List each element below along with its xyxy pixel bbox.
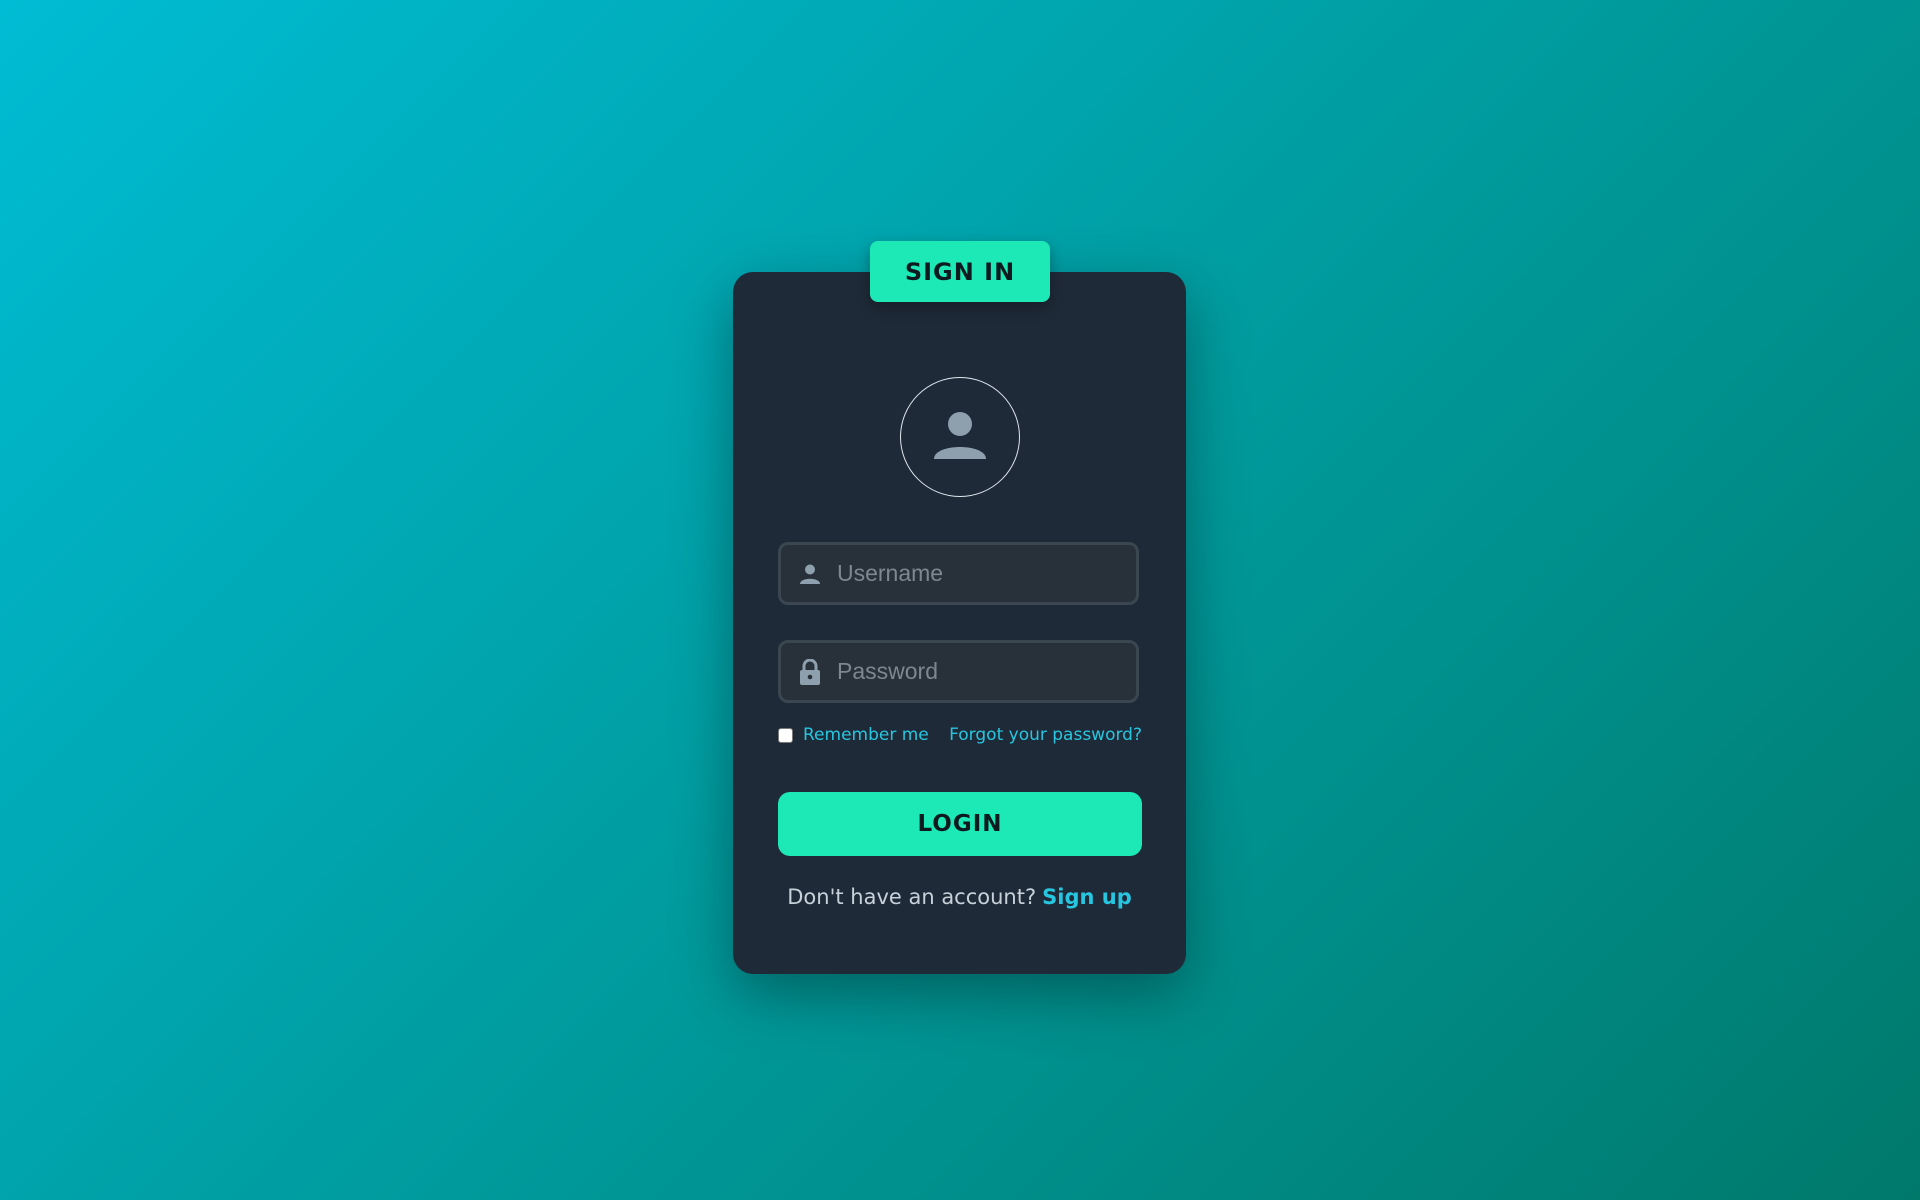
signup-link[interactable]: Sign up — [1042, 885, 1132, 909]
form-options-row: Remember me Forgot your password? — [778, 722, 1142, 748]
signup-prompt-text: Don't have an account? — [787, 885, 1037, 909]
remember-me[interactable]: Remember me — [778, 725, 929, 745]
username-field-wrapper — [778, 542, 1139, 605]
password-field-wrapper — [778, 640, 1139, 703]
lock-icon — [799, 658, 821, 685]
user-icon — [799, 561, 821, 587]
page-title: SIGN IN — [904, 257, 1016, 286]
password-input[interactable] — [837, 658, 1133, 685]
user-icon — [932, 407, 988, 467]
username-input[interactable] — [837, 560, 1133, 587]
forgot-password-link[interactable]: Forgot your password? — [949, 725, 1142, 745]
remember-me-label: Remember me — [803, 725, 929, 745]
signin-title-tab: SIGN IN — [870, 241, 1050, 302]
avatar — [900, 377, 1020, 497]
login-button[interactable]: LOGIN — [778, 792, 1142, 856]
signup-prompt: Don't have an account? Sign up — [733, 885, 1186, 909]
remember-me-checkbox[interactable] — [778, 727, 793, 743]
